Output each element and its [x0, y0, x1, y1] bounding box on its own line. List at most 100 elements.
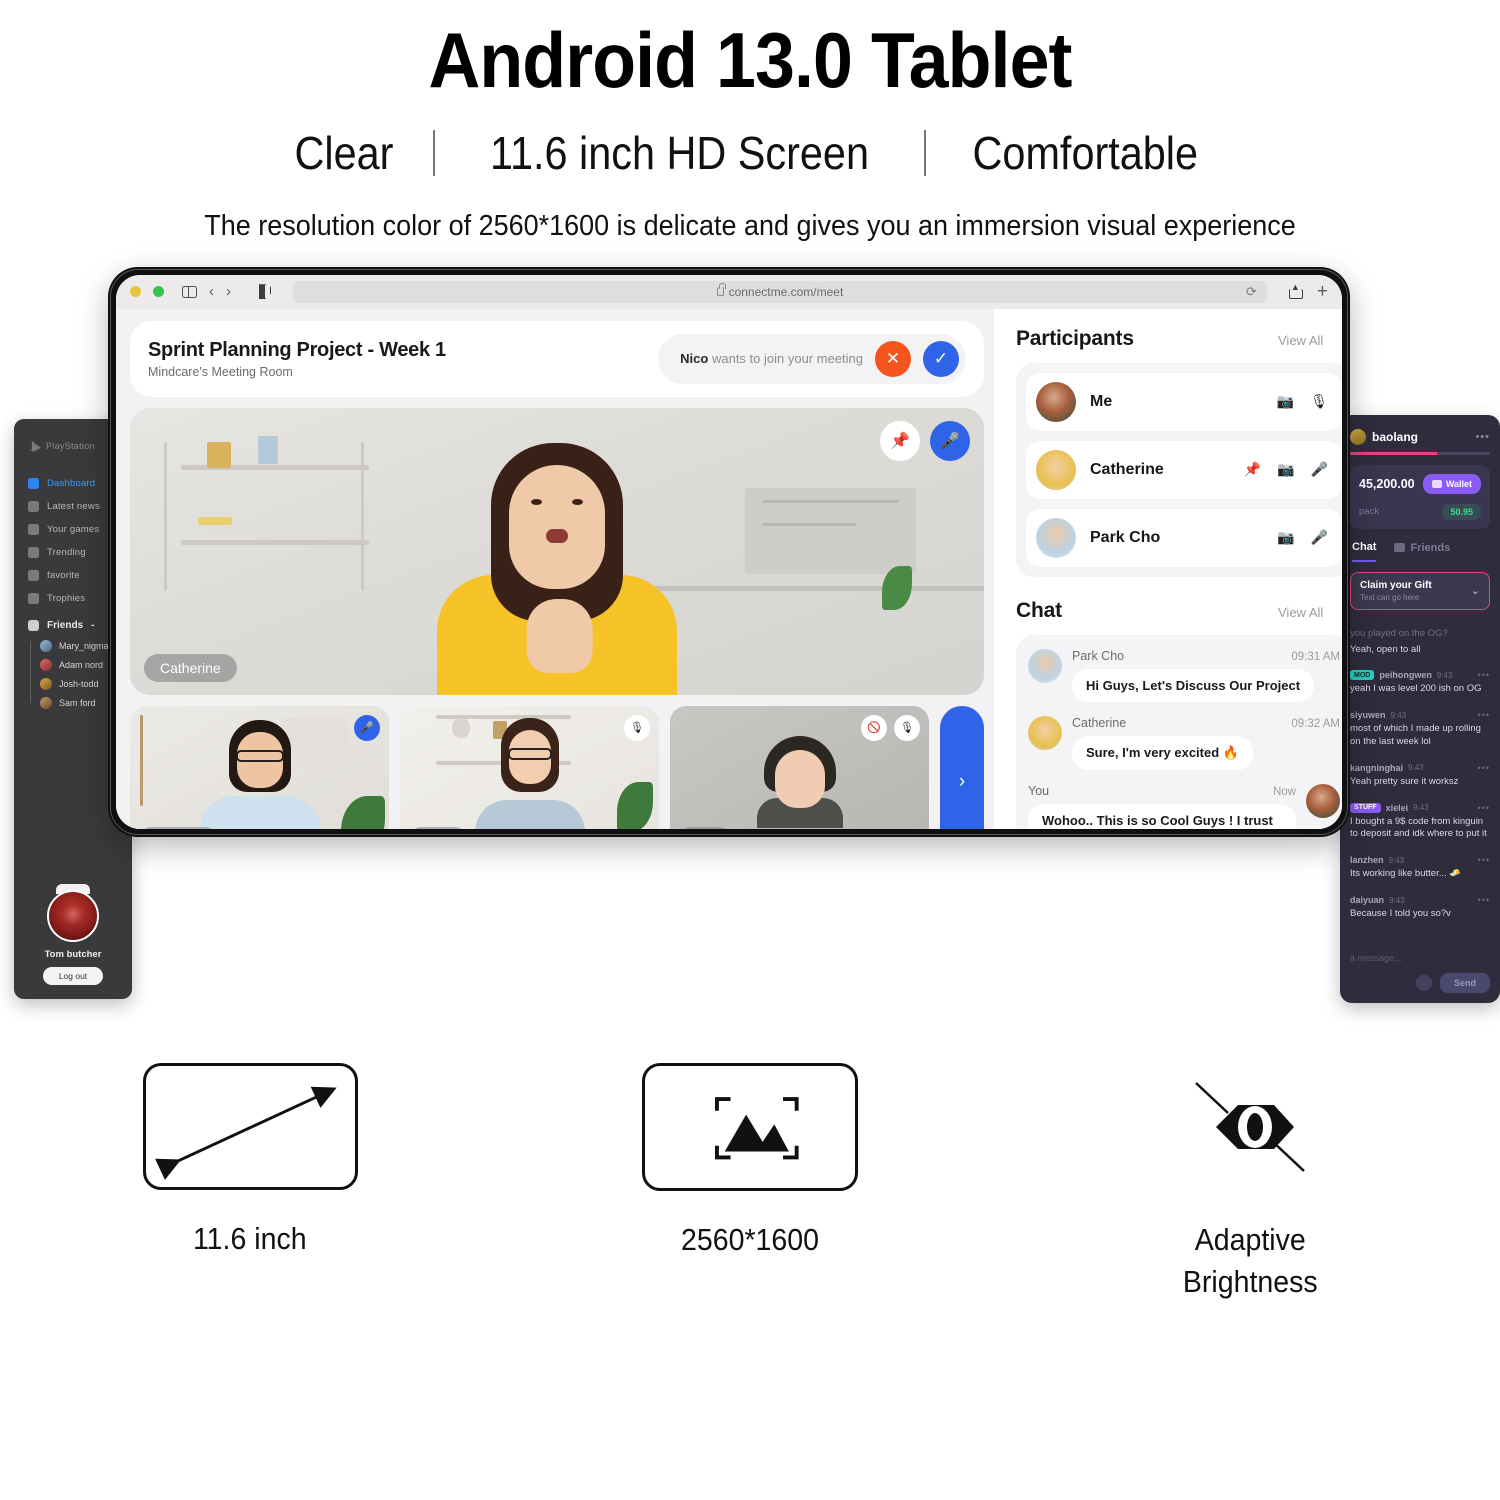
message-text: Yeah pretty sure it worksz [1350, 775, 1459, 787]
reload-icon[interactable]: ⟳ [1246, 284, 1257, 300]
video-name-label: Elena [410, 826, 466, 829]
chevron-down-icon[interactable]: ⌄ [1471, 584, 1480, 597]
message-time: Now [1272, 785, 1296, 798]
thumbnail-tile[interactable]: 🎤 Park Cho [130, 705, 389, 829]
address-bar[interactable]: connectme.com/meet ⟳ [293, 280, 1267, 303]
sidebar-item-label: Trending [47, 546, 86, 558]
table-row[interactable]: Catherine 📌 📷 🎤 [1026, 440, 1342, 499]
badge-comfortable: Comfortable [972, 126, 1199, 179]
microphone-icon[interactable]: 🎤 [1311, 529, 1328, 546]
next-page-button[interactable]: › [940, 705, 984, 829]
thumbnail-tile[interactable]: 🎙 Elena [400, 705, 659, 829]
ellipsis-icon[interactable]: ••• [1478, 895, 1490, 905]
microphone-muted-icon[interactable]: 🎙 [894, 714, 920, 741]
message-author: You [1028, 783, 1050, 798]
meeting-side-column: Participants View All Me 📷 🎙 Catherine 📌… [994, 308, 1342, 829]
share-icon[interactable] [1288, 282, 1303, 299]
panel-username: baolang [1372, 429, 1419, 444]
wallet-button[interactable]: Wallet [1422, 473, 1481, 494]
accept-join-button[interactable]: ✓ [923, 340, 959, 377]
video-name-label: Catherine [144, 653, 237, 682]
window-minimize-dot[interactable] [130, 286, 141, 298]
panel-composer: a message... Send [1350, 945, 1490, 993]
thumbnail-tile[interactable]: 🚫 🎙 Jose [670, 705, 929, 829]
send-button[interactable]: Send [1439, 972, 1490, 993]
logout-button[interactable]: Log out [42, 966, 104, 985]
ellipsis-icon[interactable]: ••• [1478, 710, 1490, 720]
message-author: peihongwen [1379, 670, 1432, 681]
eye-svg [1195, 1081, 1305, 1172]
ellipsis-icon[interactable]: ••• [1478, 763, 1490, 773]
browser-chrome: ‹ › connectme.com/meet ⟳ + [116, 274, 1342, 309]
wallet-label: Wallet [1445, 478, 1472, 489]
friend-name: Josh-todd [59, 679, 99, 690]
device-scene: PlayStation Dashboard Latest news Your g… [0, 266, 1500, 1027]
microphone-icon[interactable]: 🎤 [1311, 461, 1328, 478]
meeting-app: Sprint Planning Project - Week 1 Mindcar… [116, 308, 1342, 829]
table-row[interactable]: Me 📷 🎙 [1026, 372, 1342, 431]
decline-join-button[interactable]: ✕ [875, 340, 911, 377]
microphone-icon[interactable]: 🎤 [354, 714, 380, 741]
participants-view-all-link[interactable]: View All [1278, 333, 1342, 348]
main-video-tile[interactable]: 📌 🎤 Catherine [130, 407, 984, 695]
emoji-icon[interactable] [1415, 974, 1432, 991]
camera-icon[interactable]: 📷 [1277, 461, 1294, 478]
microphone-icon[interactable]: 🎤 [930, 420, 970, 461]
status-badge: MOD [1350, 670, 1375, 681]
message-input[interactable]: a message... [1350, 945, 1490, 973]
chevron-right-icon[interactable]: › [226, 284, 231, 299]
collapse-dash-icon: - [91, 619, 95, 631]
ellipsis-icon[interactable]: ••• [1478, 855, 1490, 865]
sidebar-toggle-icon[interactable] [182, 285, 197, 298]
message-time: 9:43 [1408, 763, 1424, 773]
avatar [40, 678, 52, 691]
tab-chat[interactable]: Chat [1352, 540, 1377, 562]
sidebar-item-label: favorite [47, 569, 80, 581]
feature-label: Adaptive Brightness [1183, 1219, 1318, 1303]
message-author: xielei [1385, 802, 1409, 813]
tablet-device: ‹ › connectme.com/meet ⟳ + [108, 266, 1350, 837]
camera-icon[interactable]: 📷 [1277, 529, 1294, 546]
list-item: you played on the OG? Yeah, open to all [1340, 618, 1500, 664]
pin-icon[interactable]: 📌 [1244, 461, 1261, 478]
avatar [40, 640, 52, 653]
pin-icon[interactable]: 📌 [880, 420, 920, 461]
table-row[interactable]: Park Cho 📷 🎤 [1026, 508, 1342, 567]
progress-bar [1350, 451, 1490, 455]
ellipsis-icon[interactable]: ••• [1478, 803, 1490, 813]
list-item: You Now Wohoo.. This is so Cool Guys ! I… [1028, 783, 1340, 829]
claim-gift-banner[interactable]: Claim your Gift Text can go here ⌄ [1350, 571, 1490, 610]
ellipsis-icon[interactable]: ••• [1475, 431, 1490, 443]
panel-message-list: you played on the OG? Yeah, open to all … [1340, 618, 1500, 928]
avatar [1350, 428, 1366, 445]
microphone-muted-icon[interactable]: 🎙 [624, 714, 650, 741]
message-author: kangninghai [1350, 762, 1404, 773]
list-item: STUFF xielei 9:43 ••• I bought a 9$ code… [1340, 796, 1500, 849]
chevron-left-icon[interactable]: ‹ [209, 284, 214, 299]
tab-friends[interactable]: Friends [1394, 542, 1450, 561]
microphone-muted-icon[interactable]: 🎙 [1310, 393, 1328, 410]
badge-divider [924, 129, 927, 176]
list-item: Park Cho 09:31 AM Hi Guys, Let's Discuss… [1028, 648, 1340, 703]
meeting-subtitle: Mindcare's Meeting Room [148, 364, 293, 379]
friends-label: Friends [47, 619, 84, 631]
video-name-label: Park Cho [140, 826, 217, 829]
playstation-logo-icon [28, 440, 41, 452]
tab-label: Friends [1410, 541, 1451, 554]
shield-icon[interactable] [259, 284, 271, 299]
plus-icon[interactable]: + [1317, 282, 1328, 301]
tab-label: Chat [1352, 540, 1377, 553]
news-icon [28, 500, 39, 512]
camera-icon[interactable]: 📷 [1277, 393, 1294, 410]
meeting-header-card: Sprint Planning Project - Week 1 Mindcar… [130, 320, 984, 397]
join-request-banner: Nico wants to join your meeting ✕ ✓ [658, 333, 966, 384]
camera-off-icon[interactable]: 🚫 [861, 714, 887, 741]
favorite-icon [28, 569, 39, 581]
profile-block: Tom butcher Log out [14, 883, 132, 985]
ellipsis-icon[interactable]: ••• [1478, 670, 1490, 680]
resolution-svg [714, 1096, 799, 1160]
window-maximize-dot[interactable] [153, 286, 164, 298]
message-author: Park Cho [1072, 648, 1125, 663]
message-author: Catherine [1072, 716, 1127, 731]
chat-view-all-link[interactable]: View All [1278, 605, 1342, 620]
